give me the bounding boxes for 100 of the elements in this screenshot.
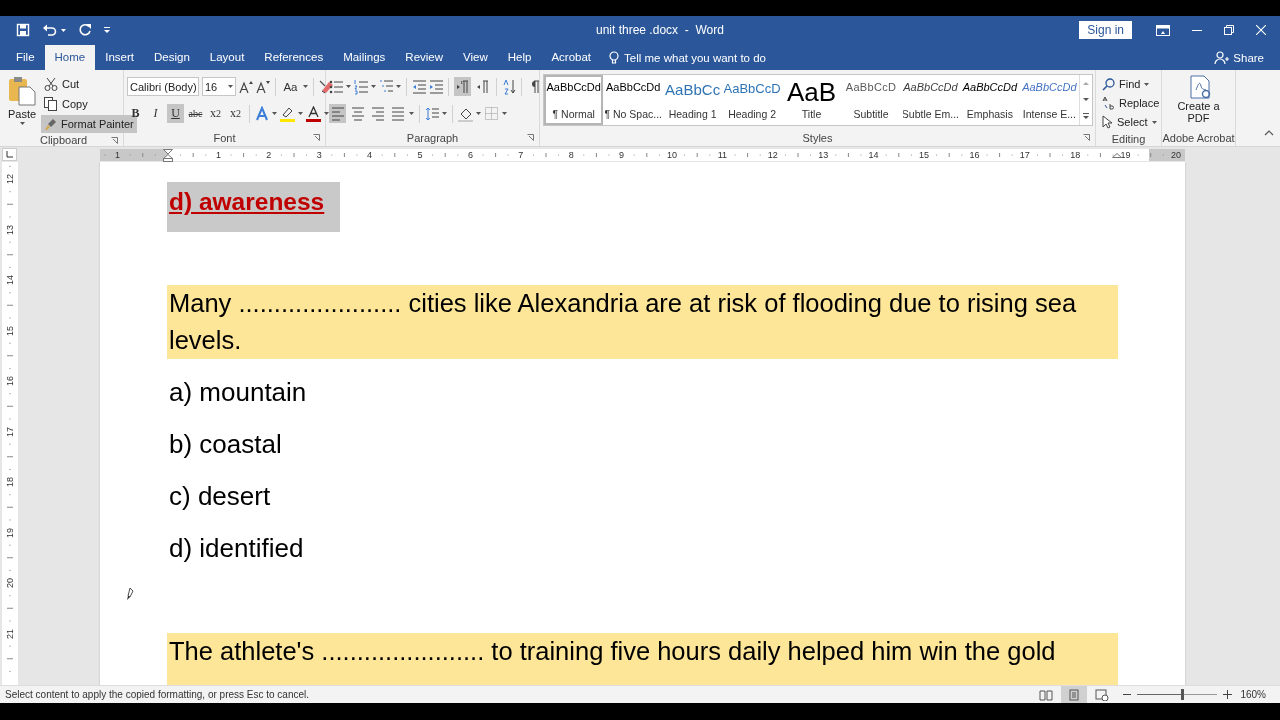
customize-toolbar-icon[interactable] xyxy=(104,27,110,33)
caret-icon[interactable] xyxy=(1151,120,1157,124)
find-button[interactable]: Find xyxy=(1119,78,1141,90)
ribbon-tab[interactable]: References xyxy=(254,45,334,70)
cut-button[interactable]: Cut xyxy=(62,78,80,90)
ribbon-tab[interactable]: Help xyxy=(497,45,542,70)
right-to-left-icon[interactable] xyxy=(475,78,490,95)
ribbon-tab[interactable]: Layout xyxy=(199,45,255,70)
font-name-field[interactable]: Calibri (Body) xyxy=(127,77,199,96)
style-gallery-item[interactable]: AaBbCcDd Subtle Em... xyxy=(900,75,961,125)
select-button[interactable]: Select xyxy=(1117,116,1148,128)
tell-me-search[interactable]: Tell me what you want to do xyxy=(624,51,766,64)
right-indent-icon[interactable] xyxy=(1112,153,1122,159)
style-gallery-item[interactable]: AaBbCcDd Intense E... xyxy=(1019,75,1080,125)
restore-icon[interactable] xyxy=(1224,25,1234,35)
style-gallery-item[interactable]: AaBbCcD Heading 2 xyxy=(722,75,782,125)
ruler-number: 7 xyxy=(517,149,525,161)
style-gallery-item[interactable]: AaBbCcDd ¶ No Spac... xyxy=(603,75,663,125)
underline-button[interactable]: U xyxy=(167,104,184,123)
caret-icon[interactable] xyxy=(228,85,233,88)
paintbrush-icon[interactable] xyxy=(44,117,57,131)
ruler-number: 17 xyxy=(1018,149,1031,161)
ribbon-tab[interactable]: Review xyxy=(395,45,454,70)
pointer-icon[interactable] xyxy=(1102,115,1113,129)
caret-icon[interactable] xyxy=(61,28,66,32)
caret-icon[interactable] xyxy=(303,85,308,88)
ribbon-tab[interactable]: Insert xyxy=(95,45,144,70)
replace-button[interactable]: Replace xyxy=(1119,97,1160,109)
strike-button[interactable]: abc xyxy=(187,104,204,123)
style-gallery-item[interactable]: AaB Title xyxy=(781,75,842,125)
ruler-number: 11 xyxy=(716,149,729,161)
read-mode-icon[interactable] xyxy=(1039,688,1054,701)
dialog-launcher-icon[interactable] xyxy=(1083,134,1090,141)
italic-button[interactable]: I xyxy=(147,104,164,123)
sort-icon[interactable] xyxy=(502,78,516,95)
sign-in-button[interactable]: Sign in xyxy=(1079,21,1132,39)
status-message: Select content to apply the copied formatting, or press Esc to cancel. xyxy=(5,689,310,700)
create-pdf-button[interactable]: Create a PDF xyxy=(1176,100,1221,124)
caret-icon[interactable] xyxy=(346,85,351,88)
style-gallery-item[interactable]: AaBbCcDd ¶ Normal xyxy=(544,75,604,125)
multilevel-list-icon[interactable] xyxy=(379,78,393,95)
line-spacing-icon[interactable] xyxy=(425,105,439,122)
save-icon[interactable] xyxy=(16,23,30,37)
dialog-launcher-icon[interactable] xyxy=(111,137,118,144)
zoom-level[interactable]: 160% xyxy=(1240,689,1266,700)
dialog-launcher-icon[interactable] xyxy=(527,134,534,141)
web-layout-icon[interactable] xyxy=(1095,688,1110,701)
ribbon-tab[interactable]: Mailings xyxy=(333,45,396,70)
left-to-right-icon[interactable] xyxy=(455,78,470,95)
ribbon-tab[interactable]: Acrobat xyxy=(541,45,602,70)
ribbon-tab[interactable]: File xyxy=(6,45,45,70)
caret-icon[interactable] xyxy=(1144,82,1150,86)
bullets-icon[interactable] xyxy=(329,78,343,95)
close-icon[interactable] xyxy=(1256,25,1266,35)
lightbulb-icon[interactable] xyxy=(609,51,620,64)
collapse-ribbon-icon[interactable] xyxy=(1264,129,1274,136)
redo-icon[interactable] xyxy=(78,23,92,37)
style-gallery-item[interactable]: AaBbCcD Subtitle xyxy=(841,75,901,125)
style-gallery-item[interactable]: AaBbCcDd Emphasis xyxy=(960,75,1020,125)
ribbon-tab[interactable]: Home xyxy=(44,45,96,70)
caret-icon[interactable] xyxy=(19,122,25,125)
copy-icon[interactable] xyxy=(44,97,58,111)
search-icon[interactable] xyxy=(1102,77,1115,91)
paste-icon[interactable] xyxy=(7,75,37,106)
change-case-button[interactable]: Aa xyxy=(281,77,300,96)
caret-icon[interactable] xyxy=(396,85,401,88)
scroll-down-icon[interactable] xyxy=(1083,97,1090,102)
caret-icon[interactable] xyxy=(476,112,481,115)
caret-icon[interactable] xyxy=(442,112,447,115)
caret-icon[interactable] xyxy=(298,112,303,115)
share-button[interactable]: Share xyxy=(1233,51,1264,64)
minimize-icon[interactable] xyxy=(1192,29,1202,31)
paste-button[interactable]: Paste xyxy=(7,108,37,120)
ribbon-tab[interactable]: Design xyxy=(144,45,200,70)
text-effects-icon[interactable] xyxy=(255,106,269,121)
font-color-icon[interactable] xyxy=(306,105,321,122)
grow-font-icon[interactable] xyxy=(239,79,253,94)
ruler-number: 15 xyxy=(918,149,930,161)
more-styles-icon[interactable] xyxy=(1083,113,1090,120)
caret-icon[interactable] xyxy=(502,112,507,115)
view-button[interactable] xyxy=(1061,686,1088,703)
shrink-font-icon[interactable] xyxy=(256,79,270,94)
dialog-launcher-icon[interactable] xyxy=(313,134,320,141)
caret-icon[interactable] xyxy=(371,85,376,88)
caret-icon[interactable] xyxy=(409,112,414,115)
caret-icon[interactable] xyxy=(272,112,277,115)
person-add-icon[interactable] xyxy=(1214,50,1230,65)
highlighter-icon[interactable] xyxy=(280,105,295,122)
ribbon-tab[interactable]: View xyxy=(453,45,498,70)
replace-icon[interactable] xyxy=(1102,96,1115,110)
zoom-in-icon[interactable] xyxy=(1223,690,1233,699)
copy-button[interactable]: Copy xyxy=(62,98,88,110)
font-size-field[interactable]: 16 xyxy=(202,77,236,96)
undo-icon[interactable] xyxy=(42,23,57,37)
indent-marker-icon[interactable] xyxy=(163,149,173,162)
scissors-icon[interactable] xyxy=(44,77,58,91)
style-gallery-item[interactable]: AaBbCc Heading 1 xyxy=(662,75,723,125)
caret-icon[interactable] xyxy=(324,112,329,115)
ribbon-display-icon[interactable] xyxy=(1156,24,1170,36)
tab-stop-icon[interactable] xyxy=(5,151,14,158)
